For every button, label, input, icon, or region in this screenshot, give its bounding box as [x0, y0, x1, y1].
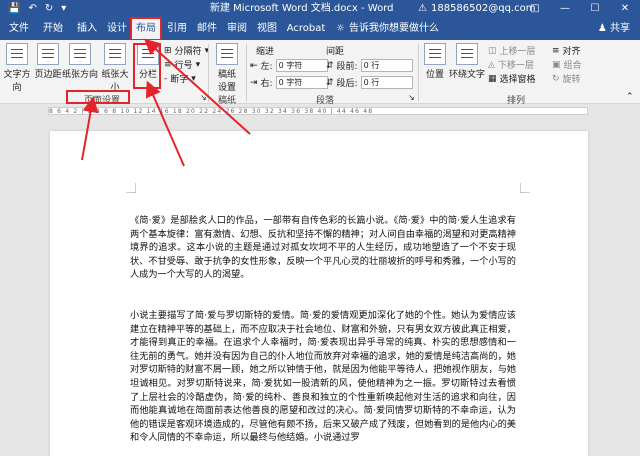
margins-icon: [37, 43, 59, 65]
tab-insert[interactable]: 插入: [74, 18, 100, 40]
window-controls: □ — ☐ ✕: [520, 0, 640, 18]
horizontal-ruler[interactable]: 8 6 4 2 | 2 4 6 8 10 12 14 16 18 20 22 2…: [0, 104, 640, 117]
window-title: 新建 Microsoft Word 文档.docx - Word: [210, 3, 394, 14]
text-direction-button[interactable]: 文字方向: [0, 43, 34, 93]
spacing-after-row: ⇵ 段后: 0 行: [326, 76, 413, 89]
rotate-icon: ↻: [552, 73, 560, 84]
document-area: 《简·爱》是部脍炙人口的作品，一部带有自传色彩的长篇小说。《简·爱》中的简·爱人…: [0, 117, 640, 456]
group-icon: ▣: [552, 59, 561, 70]
align-icon: ≡: [552, 45, 560, 56]
spacing-before-row: ⇵ 段前: 0 行: [326, 59, 413, 72]
spacing-before-input[interactable]: 0 行: [360, 59, 413, 72]
selection-pane-button[interactable]: ▦ 选择窗格: [488, 72, 536, 86]
account-area[interactable]: ⚠ 188586502@qq.com: [418, 0, 535, 18]
ruler-track: 8 6 4 2 | 2 4 6 8 10 12 14 16 18 20 22 2…: [48, 107, 588, 115]
customize-toolbar-icon[interactable]: ▾: [61, 0, 66, 18]
indent-left-input[interactable]: 0 字符: [275, 59, 328, 72]
paragraph-dialog-launcher[interactable]: ↘: [408, 93, 415, 102]
maximize-icon[interactable]: ☐: [580, 0, 610, 18]
minimize-icon[interactable]: —: [550, 0, 580, 18]
share-button[interactable]: ♟ 共享: [598, 18, 630, 40]
indent-left-icon: ⇤: [250, 60, 258, 71]
ribbon-tabs: 文件 开始 插入 设计 布局 引用 邮件 审阅 视图 Acrobat ☼ 告诉我…: [0, 17, 640, 41]
tell-me-text: 告诉我你想要做什么: [348, 23, 439, 34]
line-numbers-icon: ≡: [164, 59, 172, 70]
indent-right-row: ⇥ 右: 0 字符: [250, 76, 328, 89]
spacing-title: 间距: [326, 47, 345, 57]
indent-right-input[interactable]: 0 字符: [275, 76, 328, 89]
quick-access-toolbar: 💾 ↶ ↻ ▾: [0, 0, 150, 18]
orientation-icon: [69, 43, 91, 65]
undo-icon[interactable]: ↶: [28, 0, 36, 18]
send-backward-icon: ◬: [488, 59, 495, 70]
warning-icon: ⚠: [418, 3, 427, 14]
paper-size-icon: [104, 43, 126, 65]
bring-forward-icon: ◫: [488, 45, 497, 56]
document-page[interactable]: 《简·爱》是部脍炙人口的作品，一部带有自传色彩的长篇小说。《简·爱》中的简·爱人…: [50, 131, 588, 456]
hyphenation-icon: ‐: [164, 73, 168, 84]
close-icon[interactable]: ✕: [610, 0, 640, 18]
tab-home[interactable]: 开始: [40, 18, 66, 40]
align-button[interactable]: ≡ 对齐: [552, 44, 581, 58]
ribbon-options-icon[interactable]: □: [520, 0, 550, 18]
send-backward-button[interactable]: ◬ 下移一层: [488, 58, 534, 72]
document-paragraph[interactable]: 小说主要描写了简·爱与罗切斯特的爱情。简·爱的爱情观更加深化了她的个性。她认为爱…: [130, 309, 516, 445]
document-paragraph[interactable]: 《简·爱》是部脍炙人口的作品，一部带有自传色彩的长篇小说。《简·爱》中的简·爱人…: [130, 214, 516, 282]
wrap-text-icon: [456, 43, 478, 65]
chevron-down-icon: ▾: [195, 59, 201, 70]
person-icon: ♟: [597, 23, 607, 34]
tab-acrobat[interactable]: Acrobat: [286, 18, 326, 40]
line-numbers-button[interactable]: ≡ 行号 ▾: [164, 58, 201, 72]
text-direction-icon: [6, 43, 28, 65]
separator: [208, 44, 209, 102]
spacing-after-input[interactable]: 0 行: [360, 76, 413, 89]
chevron-down-icon: ▾: [191, 73, 196, 84]
margin-corner-mark: [126, 183, 136, 193]
lightbulb-icon: ☼: [336, 23, 345, 34]
spacing-after-icon: ⇵: [326, 77, 334, 88]
columns-highlight: [133, 43, 161, 89]
hyphenation-button[interactable]: ‐ 断字 ▾: [164, 72, 196, 86]
separator: [418, 44, 419, 102]
page-setup-highlight: [66, 90, 130, 104]
position-button[interactable]: 位置: [422, 43, 448, 80]
page-setup-dialog-launcher[interactable]: ↘: [200, 93, 207, 102]
ribbon-layout: 文字方向 页边距 纸张方向 纸张大小 分栏 ⊞ 分隔符 ▾ ≡ 行号 ▾ ‐ 断…: [0, 40, 640, 106]
indent-right-icon: ⇥: [250, 77, 258, 88]
tab-review[interactable]: 审阅: [224, 18, 250, 40]
indent-left-row: ⇤ 左: 0 字符: [250, 59, 328, 72]
wrap-text-button[interactable]: 环绕文字: [448, 43, 486, 80]
tab-file[interactable]: 文件: [6, 18, 32, 40]
tab-view[interactable]: 视图: [254, 18, 280, 40]
collapse-ribbon-icon[interactable]: ⌃: [626, 92, 634, 102]
save-icon[interactable]: 💾: [8, 0, 20, 18]
spacing-before-icon: ⇵: [326, 60, 334, 71]
tab-design[interactable]: 设计: [104, 18, 130, 40]
position-icon: [424, 43, 446, 65]
redo-icon[interactable]: ↻: [45, 0, 53, 18]
separator: [246, 44, 247, 102]
selection-pane-icon: ▦: [488, 73, 497, 84]
tab-mailings[interactable]: 邮件: [194, 18, 220, 40]
draft-paper-icon: [216, 43, 238, 65]
tab-layout[interactable]: 布局: [130, 17, 162, 41]
breaks-button[interactable]: ⊞ 分隔符 ▾: [164, 44, 209, 58]
title-bar: 💾 ↶ ↻ ▾ 新建 Microsoft Word 文档.docx - Word…: [0, 0, 640, 18]
tell-me-box[interactable]: ☼ 告诉我你想要做什么: [336, 18, 439, 40]
indent-title: 缩进: [256, 47, 275, 57]
size-button[interactable]: 纸张大小: [98, 43, 132, 93]
group-button[interactable]: ▣ 组合: [552, 58, 582, 72]
tab-references[interactable]: 引用: [164, 18, 190, 40]
orientation-button[interactable]: 纸张方向: [62, 43, 98, 80]
margin-corner-mark: [520, 183, 530, 193]
margins-button[interactable]: 页边距: [34, 43, 62, 80]
bring-forward-button[interactable]: ◫ 上移一层: [488, 44, 536, 58]
draft-paper-button[interactable]: 稿纸 设置: [212, 43, 242, 93]
breaks-icon: ⊞: [164, 45, 172, 56]
rotate-button[interactable]: ↻ 旋转: [552, 72, 581, 86]
